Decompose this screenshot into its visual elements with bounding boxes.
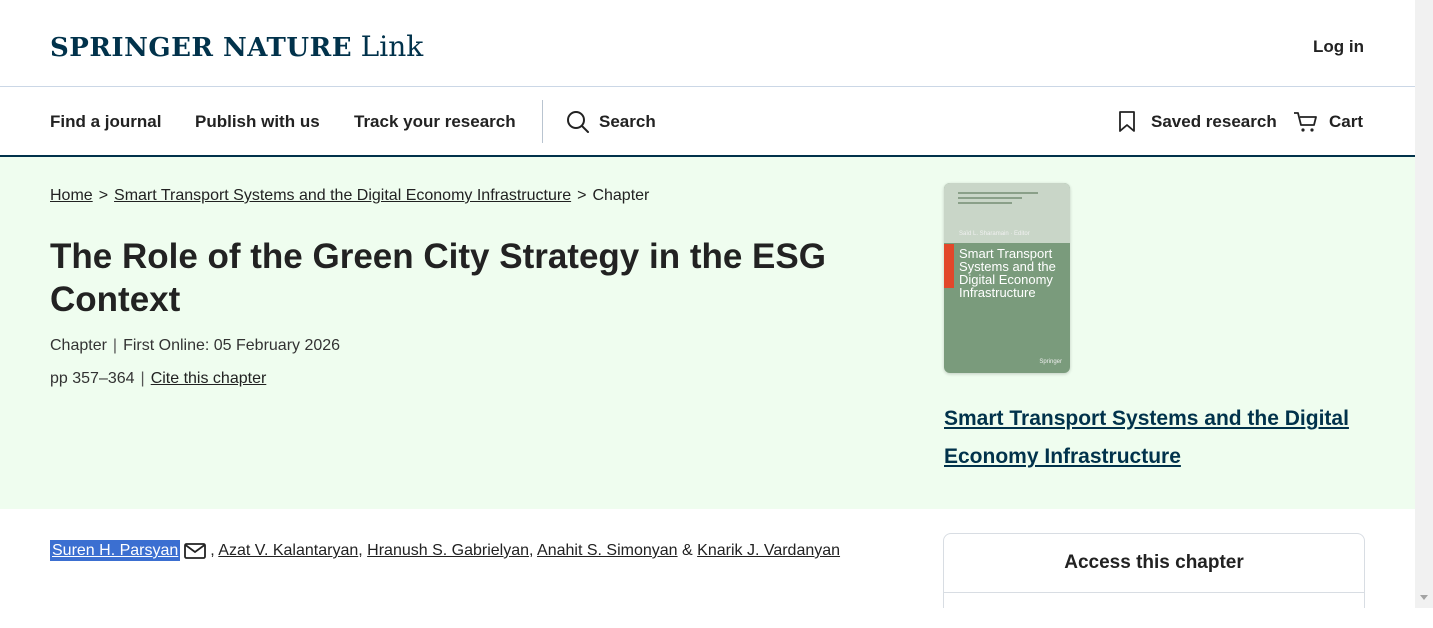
main-nav: Find a journal Publish with us Track you… (0, 87, 1415, 157)
breadcrumb-book[interactable]: Smart Transport Systems and the Digital … (114, 187, 571, 204)
nav-publish[interactable]: Publish with us (195, 112, 320, 132)
cover-series-line (958, 197, 1022, 199)
chapter-hero: Home > Smart Transport Systems and the Dig… (0, 157, 1415, 509)
breadcrumb-home[interactable]: Home (50, 187, 93, 204)
nav-cart[interactable]: Cart (1329, 112, 1363, 132)
book-cover[interactable]: Saïd L. Sharamain · Editor Smart Transpo… (944, 183, 1070, 373)
author-link[interactable]: Azat V. Kalantaryan (218, 542, 358, 559)
cover-red-mark (944, 244, 954, 288)
cover-series-line (958, 202, 1012, 204)
scroll-down-arrow-icon[interactable] (1420, 595, 1428, 600)
meta-divider: | (140, 370, 145, 387)
author-comma: , (210, 542, 215, 559)
chapter-pages-row: pp 357–364 | Cite this chapter (50, 370, 266, 388)
meta-divider: | (112, 337, 118, 354)
chapter-title: The Role of the Green City Strategy in t… (50, 237, 826, 319)
author-ampersand: & (682, 542, 693, 559)
search-icon[interactable] (566, 110, 590, 134)
author-link[interactable]: Anahit S. Simonyan (537, 542, 678, 559)
chapter-meta: Chapter | First Online: 05 February 2026 (50, 337, 340, 355)
email-icon[interactable] (184, 542, 207, 559)
login-link[interactable]: Log in (1313, 37, 1364, 57)
content-type: Chapter (50, 337, 107, 354)
cover-editor: Saïd L. Sharamain · Editor (959, 231, 1030, 237)
window-bottom-edge (0, 608, 1433, 628)
page-viewport: SPRINGER NATURE Link Log in Find a journ… (0, 0, 1415, 608)
access-title: Access this chapter (1064, 552, 1244, 573)
nav-find-journal[interactable]: Find a journal (50, 112, 161, 132)
nav-track-research[interactable]: Track your research (354, 112, 516, 132)
cite-chapter-link[interactable]: Cite this chapter (151, 370, 267, 387)
logo-springer-nature: SPRINGER NATURE (50, 33, 353, 63)
access-divider (944, 592, 1364, 593)
author-comma: , (529, 542, 534, 559)
breadcrumb: Home > Smart Transport Systems and the Dig… (50, 187, 649, 205)
breadcrumb-current: Chapter (592, 187, 650, 204)
springer-nature-link-logo[interactable]: SPRINGER NATURE Link (50, 28, 423, 64)
page-range: pp 357–364 (50, 370, 135, 387)
logo-link: Link (360, 30, 424, 63)
nav-search[interactable]: Search (599, 112, 656, 132)
breadcrumb-separator: > (577, 187, 587, 204)
vertical-scrollbar[interactable] (1415, 0, 1433, 608)
author-link[interactable]: Hranush S. Gabrielyan (367, 542, 529, 559)
book-title-link[interactable]: Smart Transport Systems and the Digital … (944, 400, 1374, 476)
access-chapter-panel: Access this chapter (943, 533, 1365, 608)
site-header: SPRINGER NATURE Link Log in (0, 0, 1415, 87)
author-comma: , (358, 542, 363, 559)
author-list: Suren H. Parsyan, Azat V. Kalantaryan, H… (50, 534, 850, 568)
cover-title: Smart Transport Systems and the Digital … (959, 246, 1056, 300)
breadcrumb-separator: > (98, 187, 109, 204)
bookmark-icon[interactable] (1118, 111, 1136, 133)
cart-icon[interactable] (1293, 110, 1319, 134)
cover-publisher: Springer (1039, 359, 1062, 365)
nav-divider (542, 100, 543, 143)
author-link[interactable]: Suren H. Parsyan (50, 540, 181, 561)
first-online-date: First Online: 05 February 2026 (123, 337, 341, 354)
nav-saved-research[interactable]: Saved research (1151, 112, 1277, 132)
author-link[interactable]: Knarik J. Vardanyan (697, 542, 840, 559)
cover-series-line (958, 192, 1038, 194)
